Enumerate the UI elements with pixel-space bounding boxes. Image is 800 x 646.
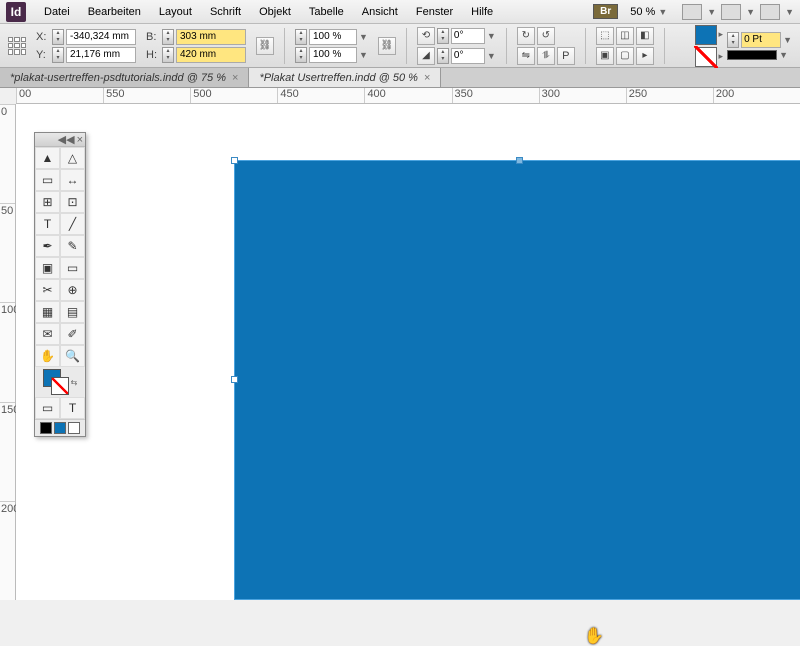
apply-color-icon[interactable]	[40, 422, 52, 434]
height-input[interactable]	[176, 47, 246, 63]
rotate-ccw-icon[interactable]: ↺	[537, 27, 555, 45]
toolbox-header[interactable]: ◀◀×	[35, 133, 85, 147]
close-icon[interactable]: ×	[424, 72, 430, 84]
apply-none-icon[interactable]	[68, 422, 80, 434]
control-bar: X:▴▾ Y:▴▾ B:▴▾ H:▴▾ ⛓ ▴▾▼ ▴▾▼ ⛓ ⟲▴▾▼ ◢▴▾…	[0, 24, 800, 68]
toolbox: ◀◀× ▲△▭↔⊞⊡T╱✒✎▣▭✂⊕▦▤✉✐✋🔍 ⇆ ▭ T	[34, 132, 86, 437]
h-label: H:	[146, 49, 160, 61]
sel-container-icon[interactable]: ⬚	[596, 27, 614, 45]
flip-h-icon[interactable]: ⇋	[517, 47, 535, 65]
pen-tool[interactable]: ✒	[35, 235, 60, 257]
menu-ansicht[interactable]: Ansicht	[354, 3, 406, 21]
swatch-pair[interactable]: ⇆	[35, 367, 85, 397]
ruler-horizontal[interactable]: 00550500450400350300250200	[16, 88, 800, 104]
format-text-icon[interactable]: T	[60, 397, 85, 419]
content-collect-tool[interactable]: ⊞	[35, 191, 60, 213]
document-tab[interactable]: *plakat-usertreffen-psdtutorials.indd @ …	[0, 68, 249, 87]
direct-select-tool[interactable]: △	[60, 147, 85, 169]
zoom-tool[interactable]: 🔍	[60, 345, 85, 367]
scissors-tool[interactable]: ✂	[35, 279, 60, 301]
format-container-icon[interactable]: ▭	[35, 397, 60, 419]
rect-tool[interactable]: ▭	[60, 257, 85, 279]
hand-cursor-icon: ✋	[584, 626, 604, 646]
close-icon[interactable]: ×	[77, 134, 83, 146]
scale-x-input[interactable]	[309, 29, 357, 45]
menu-layout[interactable]: Layout	[151, 3, 200, 21]
menu-bar: Id DateiBearbeitenLayoutSchriftObjektTab…	[0, 0, 800, 24]
note-tool[interactable]: ✉	[35, 323, 60, 345]
rect-frame-tool[interactable]: ▣	[35, 257, 60, 279]
handle-ml[interactable]	[231, 376, 238, 383]
gradient-feather-tool[interactable]: ▤	[60, 301, 85, 323]
bridge-button[interactable]: Br	[593, 4, 618, 19]
document-tab[interactable]: *Plakat Usertreffen.indd @ 50 %×	[249, 68, 441, 87]
handle-tl[interactable]	[231, 157, 238, 164]
rotate-icon: ⟲	[417, 27, 435, 45]
menu-schrift[interactable]: Schrift	[202, 3, 249, 21]
link-scale-icon[interactable]: ⛓	[378, 37, 396, 55]
menu-fenster[interactable]: Fenster	[408, 3, 461, 21]
apply-gradient-icon[interactable]	[54, 422, 66, 434]
sel-content-icon[interactable]: ◫	[616, 27, 634, 45]
gap-tool[interactable]: ↔	[60, 169, 85, 191]
menu-objekt[interactable]: Objekt	[251, 3, 299, 21]
fit-content-icon[interactable]: ▣	[596, 47, 614, 65]
app-logo: Id	[6, 2, 26, 22]
shear-input[interactable]	[451, 48, 485, 64]
select-tool[interactable]: ▲	[35, 147, 60, 169]
fit-frame-icon[interactable]: ▢	[616, 47, 634, 65]
workspace-icon[interactable]	[760, 4, 780, 20]
transform-tool[interactable]: ⊕	[60, 279, 85, 301]
y-label: Y:	[36, 49, 50, 61]
width-input[interactable]	[176, 29, 246, 45]
selected-frame[interactable]	[234, 160, 800, 600]
gradient-swatch-tool[interactable]: ▦	[35, 301, 60, 323]
screen-mode-icon[interactable]	[682, 4, 702, 20]
document-tabs: *plakat-usertreffen-psdtutorials.indd @ …	[0, 68, 800, 88]
dropdown-icon[interactable]: ▼	[658, 7, 667, 17]
type-tool[interactable]: T	[35, 213, 60, 235]
flip-v-icon[interactable]: ⥮	[537, 47, 555, 65]
pencil-tool[interactable]: ✎	[60, 235, 85, 257]
rotate-cw-icon[interactable]: ↻	[517, 27, 535, 45]
stroke-swatch[interactable]	[695, 47, 717, 67]
x-label: X:	[36, 31, 50, 43]
scale-y-input[interactable]	[309, 47, 357, 63]
w-label: B:	[146, 31, 160, 43]
stroke-style[interactable]	[727, 50, 777, 60]
stroke-weight-input[interactable]	[741, 32, 781, 48]
page-tool[interactable]: ▭	[35, 169, 60, 191]
center-icon[interactable]: ▸	[636, 47, 654, 65]
ruler-vertical[interactable]: 050100150200	[0, 104, 16, 600]
arrange-icon[interactable]	[721, 4, 741, 20]
x-input[interactable]	[66, 29, 136, 45]
menu-tabelle[interactable]: Tabelle	[301, 3, 352, 21]
menu-hilfe[interactable]: Hilfe	[463, 3, 501, 21]
zoom-level[interactable]: 50 %	[630, 6, 655, 18]
menu-datei[interactable]: Datei	[36, 3, 78, 21]
close-icon[interactable]: ×	[232, 72, 238, 84]
reference-point[interactable]	[8, 37, 26, 55]
shear-icon: ◢	[417, 47, 435, 65]
sel-prev-icon[interactable]: ◧	[636, 27, 654, 45]
fill-swatch[interactable]	[695, 25, 717, 45]
line-tool[interactable]: ╱	[60, 213, 85, 235]
y-input[interactable]	[66, 47, 136, 63]
content-place-tool[interactable]: ⊡	[60, 191, 85, 213]
color-mode-row	[35, 419, 85, 436]
canvas[interactable]: ✋	[16, 104, 800, 600]
menu-bearbeiten[interactable]: Bearbeiten	[80, 3, 149, 21]
handle-tm[interactable]	[516, 157, 523, 164]
eyedropper-tool[interactable]: ✐	[60, 323, 85, 345]
constrain-icon[interactable]: ⛓	[256, 37, 274, 55]
rotate-input[interactable]	[451, 28, 485, 44]
p-icon[interactable]: P	[557, 47, 575, 65]
hand-tool[interactable]: ✋	[35, 345, 60, 367]
